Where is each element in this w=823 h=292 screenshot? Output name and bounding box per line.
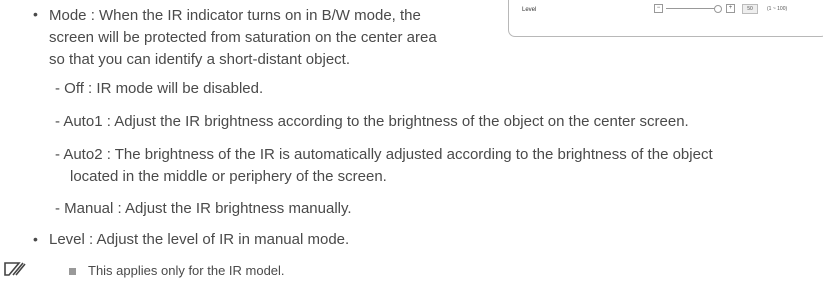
note-text: This applies only for the IR model. bbox=[88, 263, 285, 278]
mode-off: - Off : IR mode will be disabled. bbox=[55, 80, 264, 97]
level-range-hint: (1 ~ 100) bbox=[767, 6, 788, 12]
mode-line-3: so that you can identify a short-distant… bbox=[49, 51, 351, 68]
decrease-button[interactable]: − bbox=[654, 4, 663, 13]
level-slider-thumb[interactable] bbox=[714, 5, 722, 13]
mode-bullet-dot: • bbox=[33, 6, 38, 22]
note-pencil-icon bbox=[4, 262, 26, 276]
note-square-bullet bbox=[69, 268, 76, 275]
level-slider-track[interactable] bbox=[666, 8, 716, 9]
mode-line-1: Mode : When the IR indicator turns on in… bbox=[49, 7, 421, 24]
mode-manual: - Manual : Adjust the IR brightness manu… bbox=[55, 200, 352, 217]
increase-button[interactable]: + bbox=[726, 4, 735, 13]
level-settings-panel: Level − + 50 (1 ~ 100) bbox=[508, 0, 823, 37]
mode-auto1: - Auto1 : Adjust the IR brightness accor… bbox=[55, 113, 689, 130]
mode-auto2-line-2: located in the middle or periphery of th… bbox=[70, 168, 387, 185]
mode-auto2-line-1: - Auto2 : The brightness of the IR is au… bbox=[55, 146, 713, 163]
level-label: Level bbox=[522, 7, 537, 13]
mode-line-2: screen will be protected from saturation… bbox=[49, 29, 437, 46]
level-description: Level : Adjust the level of IR in manual… bbox=[49, 231, 350, 248]
level-bullet-dot: • bbox=[33, 231, 38, 247]
level-value-input[interactable]: 50 bbox=[742, 4, 758, 14]
